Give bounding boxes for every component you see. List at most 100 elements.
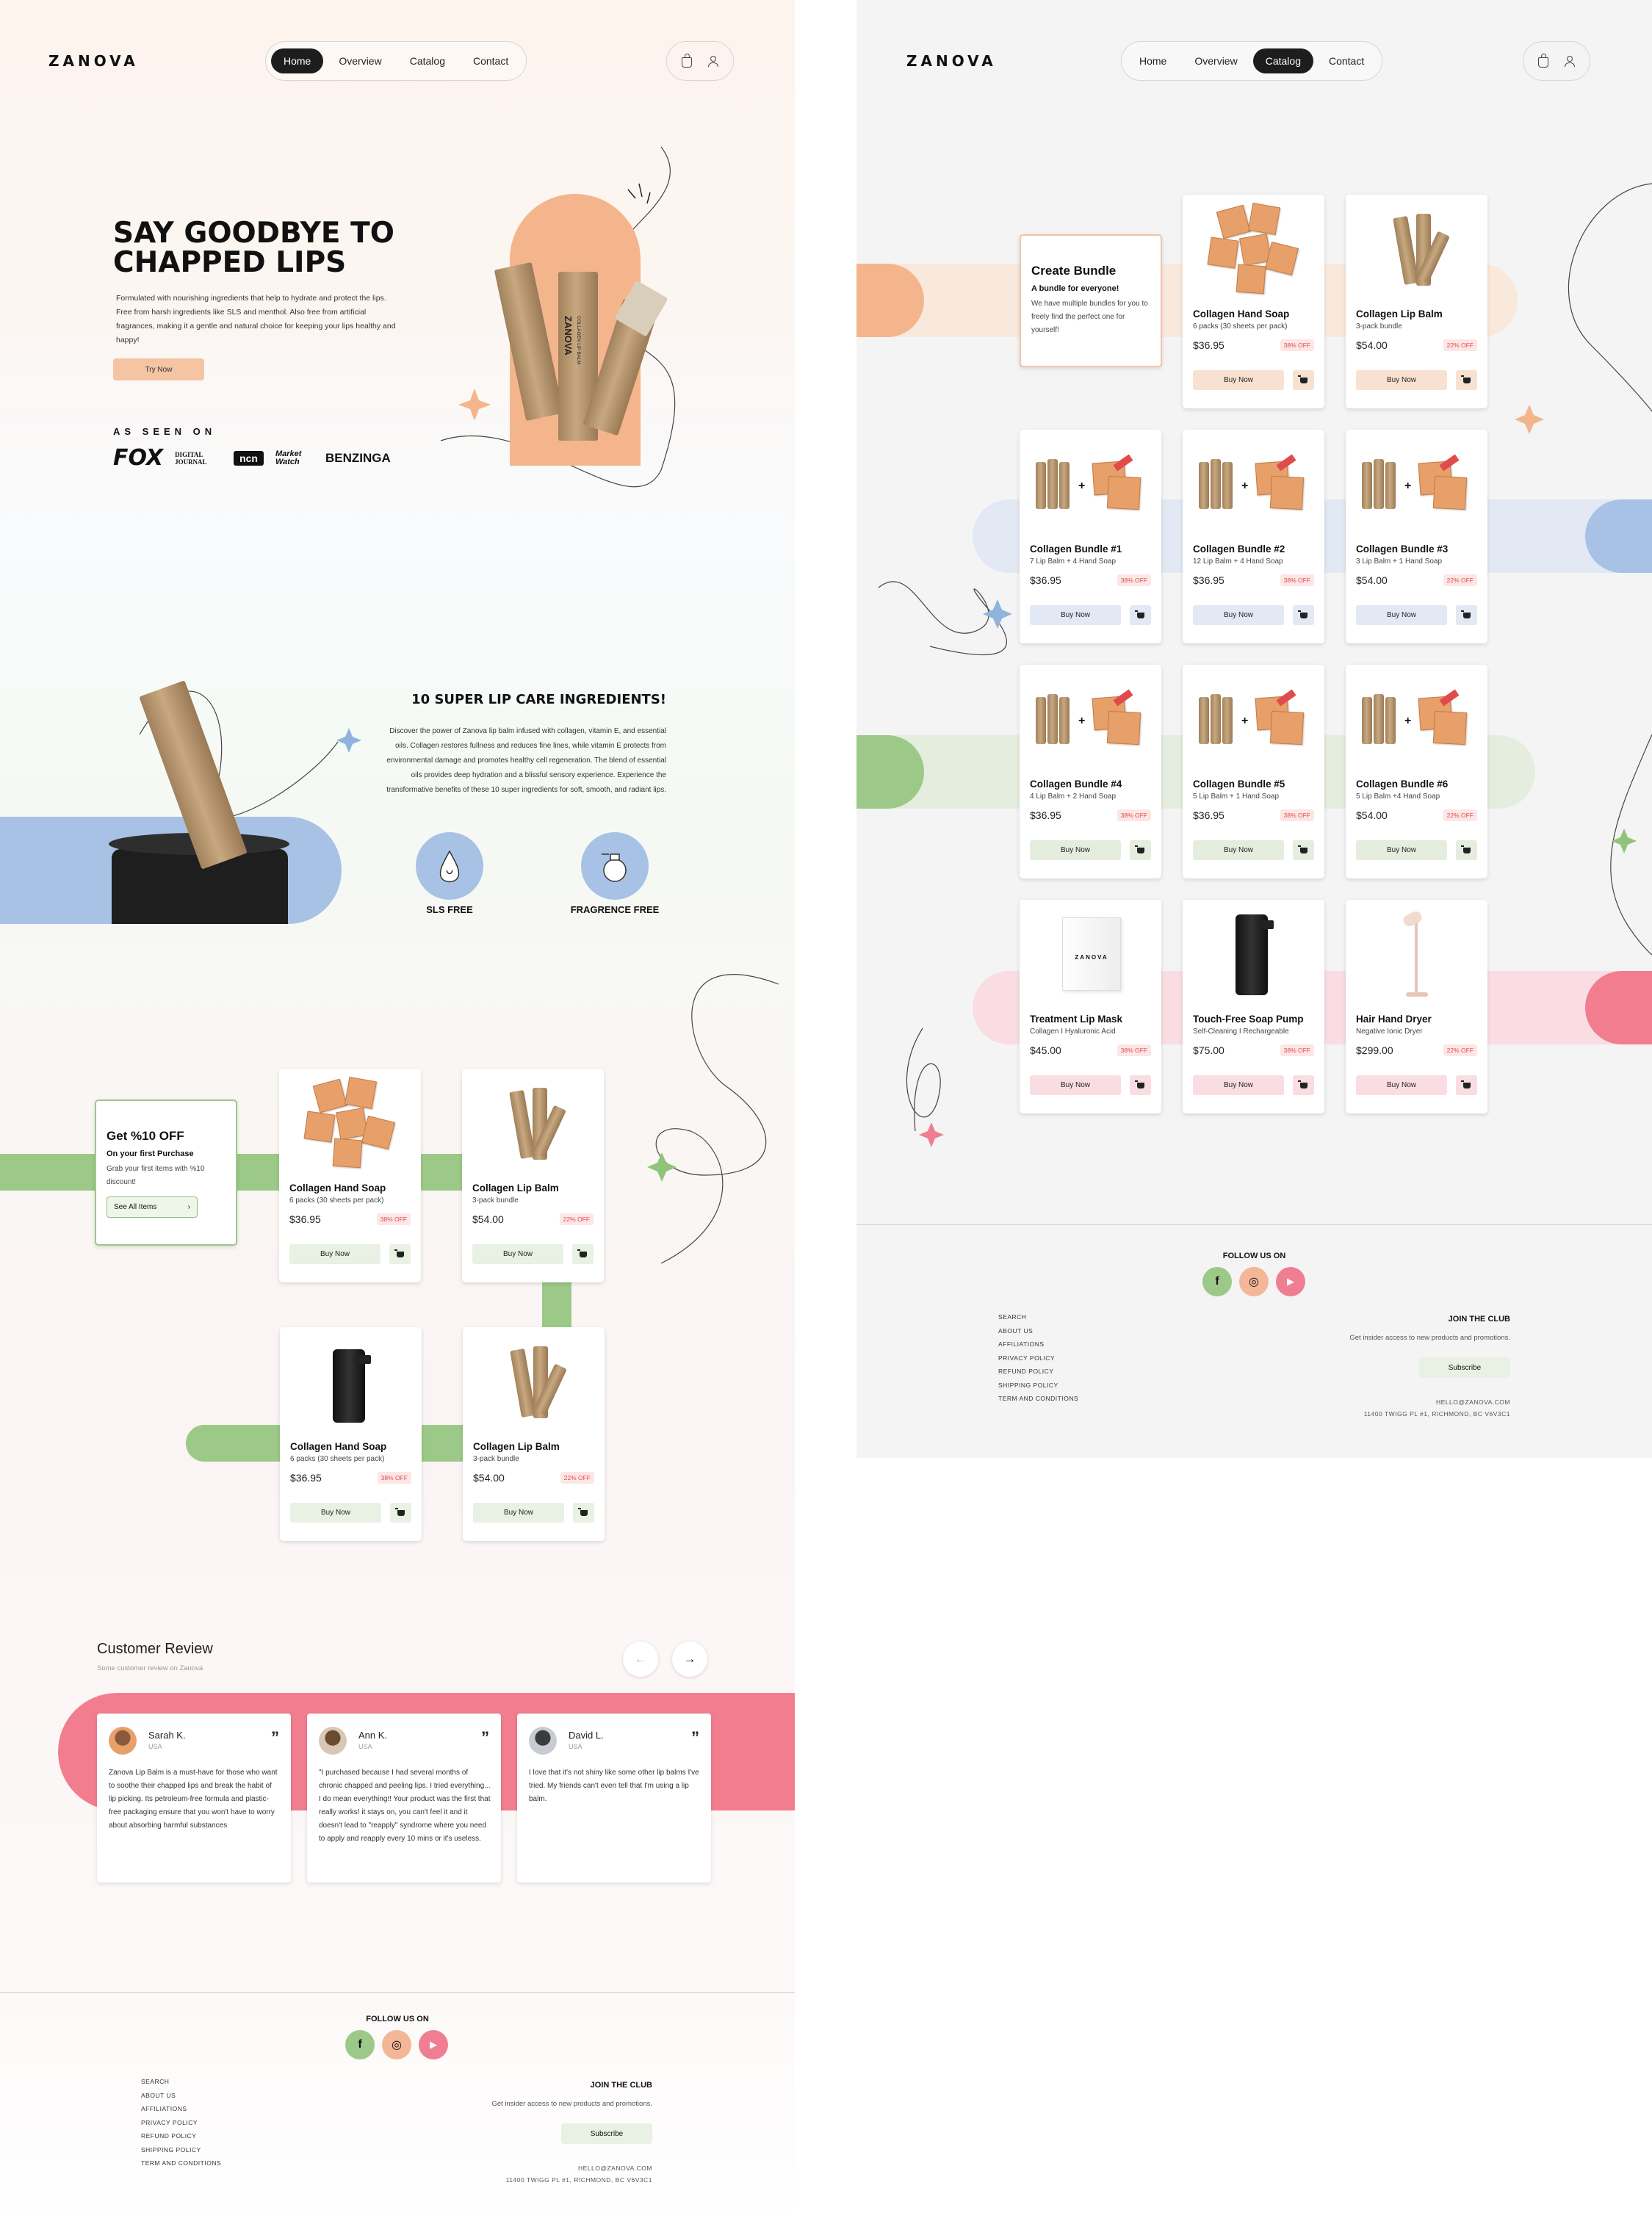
buy-now-button[interactable]: Buy Now (1356, 370, 1447, 390)
add-to-cart-button[interactable] (1293, 1075, 1314, 1095)
product-card[interactable]: + Collagen Bundle #5 5 Lip Balm + 1 Hand S… (1183, 665, 1324, 878)
add-to-cart-button[interactable] (1130, 1075, 1151, 1095)
product-name: Collagen Hand Soap (1193, 308, 1290, 319)
product-card[interactable]: Collagen Lip Balm 3-pack bundle $54.00 2… (463, 1327, 605, 1541)
nav-contact[interactable]: Contact (1316, 48, 1377, 73)
product-card[interactable]: + Collagen Bundle #1 7 Lip Balm + 4 Hand S… (1020, 430, 1161, 643)
product-card[interactable]: Hair Hand Dryer Negative Ionic Dryer $299.… (1346, 900, 1487, 1113)
footer-link-search[interactable]: SEARCH (141, 2075, 221, 2089)
add-to-cart-button[interactable] (390, 1503, 411, 1523)
previous-review-button[interactable]: ← (623, 1642, 658, 1677)
review-text: I love that it's not shiny like some oth… (529, 1769, 699, 1803)
nav-contact[interactable]: Contact (461, 48, 521, 73)
buy-now-button[interactable]: Buy Now (1193, 605, 1284, 625)
youtube-icon[interactable]: ▶ (1276, 1267, 1305, 1296)
as-seen-on-label: AS SEEN ON (113, 426, 217, 437)
logo[interactable]: ZANOVA (906, 52, 997, 70)
buy-now-button[interactable]: Buy Now (1356, 840, 1447, 860)
product-card[interactable]: Touch-Free Soap Pump Self-Cleaning I Rech… (1183, 900, 1324, 1113)
sls-free-label: SLS FREE (426, 904, 473, 915)
nav-home[interactable]: Home (1127, 48, 1179, 73)
footer-link-terms[interactable]: TERM AND CONDITIONS (998, 1392, 1078, 1406)
buy-now-button[interactable]: Buy Now (1193, 840, 1284, 860)
footer-link-affiliations[interactable]: AFFILIATIONS (141, 2102, 221, 2116)
footer-link-refund[interactable]: REFUND POLICY (998, 1365, 1078, 1379)
add-to-cart-button[interactable] (1293, 370, 1314, 390)
product-card[interactable]: + Collagen Bundle #3 3 Lip Balm + 1 Hand S… (1346, 430, 1487, 643)
buy-now-button[interactable]: Buy Now (1193, 370, 1284, 390)
buy-now-button[interactable]: Buy Now (472, 1244, 563, 1264)
product-card[interactable]: Collagen Lip Balm 3-pack bundle $54.00 22% … (1346, 195, 1487, 408)
facebook-icon[interactable]: f (1202, 1267, 1232, 1296)
cart-icon (577, 1249, 587, 1257)
footer-link-about[interactable]: ABOUT US (998, 1324, 1078, 1338)
add-to-cart-button[interactable] (1293, 840, 1314, 860)
add-to-cart-button[interactable] (572, 1244, 594, 1264)
nav-catalog[interactable]: Catalog (1252, 48, 1313, 73)
footer-link-shipping[interactable]: SHIPPING POLICY (141, 2143, 221, 2157)
youtube-icon[interactable]: ▶ (419, 2030, 448, 2059)
facebook-icon[interactable]: f (345, 2030, 375, 2059)
footer-link-shipping[interactable]: SHIPPING POLICY (998, 1379, 1078, 1393)
add-to-cart-button[interactable] (1130, 605, 1151, 625)
buy-now-button[interactable]: Buy Now (1193, 1075, 1284, 1095)
subscribe-button[interactable]: Subscribe (1419, 1357, 1510, 1378)
shopping-bag-icon[interactable] (1538, 54, 1548, 68)
logo[interactable]: ZANOVA (48, 52, 139, 70)
nav-catalog[interactable]: Catalog (397, 48, 458, 73)
product-card[interactable]: + Collagen Bundle #2 12 Lip Balm + 4 Hand … (1183, 430, 1324, 643)
nav-home[interactable]: Home (271, 48, 324, 73)
footer-link-terms[interactable]: TERM AND CONDITIONS (141, 2156, 221, 2170)
contact-email[interactable]: HELLO@ZANOVA.COM (1436, 1398, 1510, 1406)
product-card[interactable]: ZANOVA Treatment Lip Mask Collagen I Hyalu… (1020, 900, 1161, 1113)
product-name: Collagen Lip Balm (472, 1183, 559, 1194)
product-card[interactable]: + Collagen Bundle #6 5 Lip Balm +4 Hand So… (1346, 665, 1487, 878)
instagram-icon[interactable]: ◎ (382, 2030, 411, 2059)
footer-link-privacy[interactable]: PRIVACY POLICY (998, 1351, 1078, 1365)
product-sub: 5 Lip Balm +4 Hand Soap (1356, 793, 1440, 801)
product-card[interactable]: Collagen Hand Soap 6 packs (30 sheets per… (1183, 195, 1324, 408)
add-to-cart-button[interactable] (1456, 1075, 1477, 1095)
footer-link-affiliations[interactable]: AFFILIATIONS (998, 1337, 1078, 1351)
add-to-cart-button[interactable] (1130, 840, 1151, 860)
add-to-cart-button[interactable] (1456, 605, 1477, 625)
fox-logo: FOX (113, 445, 164, 471)
footer-link-privacy[interactable]: PRIVACY POLICY (141, 2116, 221, 2130)
create-bundle-card[interactable]: Create Bundle A bundle for everyone! We … (1020, 234, 1162, 367)
next-review-button[interactable]: → (672, 1642, 707, 1677)
add-to-cart-button[interactable] (1456, 370, 1477, 390)
buy-now-button[interactable]: Buy Now (1030, 840, 1121, 860)
add-to-cart-button[interactable] (573, 1503, 594, 1523)
add-to-cart-button[interactable] (1456, 840, 1477, 860)
buy-now-button[interactable]: Buy Now (290, 1503, 381, 1523)
shopping-bag-icon[interactable] (682, 54, 692, 68)
add-to-cart-button[interactable] (1293, 605, 1314, 625)
quote-icon: ” (481, 1728, 489, 1747)
product-name: Collagen Hand Soap (289, 1183, 386, 1194)
product-card[interactable]: Collagen Hand Soap 6 packs (30 sheets pe… (280, 1327, 422, 1541)
buy-now-button[interactable]: Buy Now (473, 1503, 564, 1523)
try-now-button[interactable]: Try Now (113, 358, 204, 380)
instagram-icon[interactable]: ◎ (1239, 1267, 1269, 1296)
contact-email[interactable]: HELLO@ZANOVA.COM (578, 2165, 652, 2172)
nav-overview[interactable]: Overview (1182, 48, 1249, 73)
subscribe-button[interactable]: Subscribe (561, 2123, 652, 2144)
product-card[interactable]: + Collagen Bundle #4 4 Lip Balm + 2 Hand S… (1020, 665, 1161, 878)
buy-now-button[interactable]: Buy Now (1356, 605, 1447, 625)
see-all-items-button[interactable]: See All Items › (107, 1196, 198, 1218)
user-icon[interactable] (1565, 56, 1575, 67)
footer-link-search[interactable]: SEARCH (998, 1310, 1078, 1324)
user-icon[interactable] (708, 56, 718, 67)
nav-overview[interactable]: Overview (326, 48, 394, 73)
buy-now-button[interactable]: Buy Now (1030, 605, 1121, 625)
footer-link-refund[interactable]: REFUND POLICY (141, 2129, 221, 2143)
buy-now-button[interactable]: Buy Now (1030, 1075, 1121, 1095)
ingredients-description: Discover the power of Zanova lip balm in… (386, 727, 666, 794)
add-to-cart-button[interactable] (389, 1244, 411, 1264)
product-card[interactable]: Collagen Lip Balm 3-pack bundle $54.00 2… (462, 1069, 604, 1282)
footer-link-about[interactable]: ABOUT US (141, 2089, 221, 2103)
buy-now-button[interactable]: Buy Now (1356, 1075, 1447, 1095)
product-card[interactable]: Collagen Hand Soap 6 packs (30 sheets pe… (279, 1069, 421, 1282)
cart-icon (577, 1507, 588, 1516)
buy-now-button[interactable]: Buy Now (289, 1244, 380, 1264)
